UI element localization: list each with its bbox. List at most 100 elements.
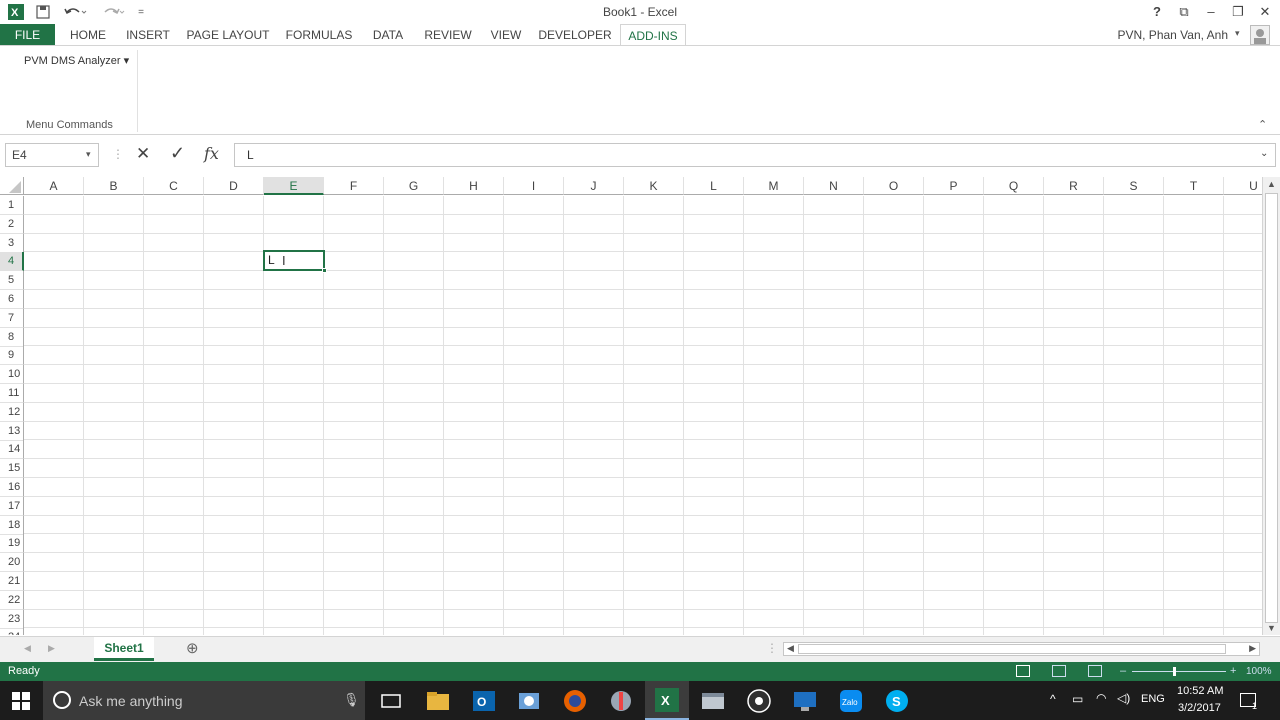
column-header-u[interactable]: U xyxy=(1224,177,1262,195)
column-header-k[interactable]: K xyxy=(624,177,684,195)
zoom-in-icon[interactable]: + xyxy=(1230,662,1236,681)
page-layout-view-icon[interactable] xyxy=(1052,665,1066,677)
column-header-m[interactable]: M xyxy=(744,177,804,195)
vertical-scrollbar[interactable]: ▲ ▼ xyxy=(1262,177,1280,635)
column-header-b[interactable]: B xyxy=(84,177,144,195)
user-dropdown-icon[interactable]: ▾ xyxy=(1235,28,1240,39)
scroll-up-icon[interactable]: ▲ xyxy=(1267,179,1276,189)
row-header-1[interactable]: 1 xyxy=(0,196,24,215)
avatar[interactable] xyxy=(1250,25,1270,45)
task-view-icon[interactable] xyxy=(378,688,404,714)
row-header-20[interactable]: 20 xyxy=(0,553,24,573)
enter-icon[interactable]: ✓ xyxy=(170,143,185,164)
sheet-next-icon[interactable]: ▶ xyxy=(48,643,55,654)
obs-icon[interactable] xyxy=(746,688,772,714)
clock-date[interactable]: 3/2/2017 xyxy=(1178,702,1221,714)
row-header-15[interactable]: 15 xyxy=(0,459,24,479)
row-header-6[interactable]: 6 xyxy=(0,290,24,309)
column-header-g[interactable]: G xyxy=(384,177,444,195)
name-box[interactable]: E4 xyxy=(5,143,99,167)
user-name[interactable]: PVN, Phan Van, Anh xyxy=(1117,28,1228,42)
fill-handle[interactable] xyxy=(322,268,327,273)
row-header-12[interactable]: 12 xyxy=(0,402,24,422)
row-header-19[interactable]: 19 xyxy=(0,534,24,554)
app-window-icon[interactable] xyxy=(700,688,726,714)
column-header-n[interactable]: N xyxy=(804,177,864,195)
row-header-18[interactable]: 18 xyxy=(0,515,24,535)
row-header-9[interactable]: 9 xyxy=(0,346,24,366)
row-header-23[interactable]: 23 xyxy=(0,609,24,629)
zalo-icon[interactable]: Zalo xyxy=(838,688,864,714)
row-header-11[interactable]: 11 xyxy=(0,384,24,403)
row-header-17[interactable]: 17 xyxy=(0,496,24,516)
ribbon-display-icon[interactable]: ⧉ xyxy=(1173,2,1195,22)
cortana-search-box[interactable]: Ask me anything 🎙 xyxy=(43,681,365,720)
horizontal-scrollbar[interactable]: ◀ ▶ xyxy=(783,642,1260,656)
wifi-icon[interactable]: ◠ xyxy=(1096,691,1106,705)
firefox-icon[interactable] xyxy=(562,688,588,714)
add-sheet-icon[interactable]: ⊕ xyxy=(186,639,199,657)
tab-file[interactable]: FILE xyxy=(0,24,55,46)
clock-time[interactable]: 10:52 AM xyxy=(1177,685,1223,697)
sheet-prev-icon[interactable]: ◀ xyxy=(24,643,31,654)
pvm-dms-analyzer-button[interactable]: PVM DMS Analyzer ▾ xyxy=(24,54,129,67)
column-header-p[interactable]: P xyxy=(924,177,984,195)
spreadsheet-grid[interactable]: ABCDEFGHIJKLMNOPQRSTU 1 2 3 4 5 6 7 8 9 10 11 12 13 1… xyxy=(0,177,1262,635)
tab-review[interactable]: REVIEW xyxy=(420,24,476,46)
column-header-c[interactable]: C xyxy=(144,177,204,195)
collapse-ribbon-icon[interactable]: ⌃ xyxy=(1258,118,1267,131)
tab-insert[interactable]: INSERT xyxy=(122,24,174,46)
row-header-21[interactable]: 21 xyxy=(0,572,24,591)
tab-add-ins[interactable]: ADD-INS xyxy=(620,24,686,46)
column-header-j[interactable]: J xyxy=(564,177,624,195)
insert-function-icon[interactable]: fx xyxy=(204,144,219,163)
cancel-icon[interactable]: ✕ xyxy=(136,144,150,164)
row-header-22[interactable]: 22 xyxy=(0,590,24,610)
tab-developer[interactable]: DEVELOPER xyxy=(538,24,612,46)
formula-input[interactable]: L xyxy=(234,143,1276,167)
row-header-13[interactable]: 13 xyxy=(0,421,24,441)
file-explorer-icon[interactable] xyxy=(425,688,451,714)
close-icon[interactable]: ✕ xyxy=(1254,2,1276,22)
row-header-3[interactable]: 3 xyxy=(0,233,24,253)
column-header-e[interactable]: E xyxy=(264,177,324,195)
remote-desktop-icon[interactable] xyxy=(792,688,818,714)
excel-taskbar-item[interactable]: X xyxy=(645,681,689,720)
column-header-a[interactable]: A xyxy=(24,177,84,195)
help-icon[interactable]: ? xyxy=(1146,2,1168,22)
vertical-scroll-thumb[interactable] xyxy=(1265,193,1278,623)
scroll-right-icon[interactable]: ▶ xyxy=(1249,643,1256,654)
zoom-slider-thumb[interactable] xyxy=(1173,667,1176,676)
outlook-icon[interactable]: O xyxy=(471,688,497,714)
column-header-d[interactable]: D xyxy=(204,177,264,195)
name-box-dropdown-icon[interactable]: ▾ xyxy=(86,149,91,160)
page-break-view-icon[interactable] xyxy=(1088,665,1102,677)
row-header-24[interactable]: 24 xyxy=(0,628,24,635)
column-header-t[interactable]: T xyxy=(1164,177,1224,195)
tools-app-icon[interactable] xyxy=(608,688,634,714)
tab-data[interactable]: DATA xyxy=(366,24,410,46)
tab-split-grip-icon[interactable]: ⋮ xyxy=(766,641,778,655)
tab-view[interactable]: VIEW xyxy=(486,24,526,46)
row-header-14[interactable]: 14 xyxy=(0,440,24,460)
zoom-level[interactable]: 100% xyxy=(1246,662,1272,681)
network-app-icon[interactable] xyxy=(516,688,542,714)
column-header-i[interactable]: I xyxy=(504,177,564,195)
tab-page-layout[interactable]: PAGE LAYOUT xyxy=(183,24,273,46)
show-hidden-icons-icon[interactable]: ^ xyxy=(1050,692,1056,706)
microphone-icon[interactable]: 🎙 xyxy=(343,692,360,708)
active-cell-e4[interactable]: L I xyxy=(263,250,327,273)
zoom-out-icon[interactable]: – xyxy=(1120,662,1126,681)
column-header-r[interactable]: R xyxy=(1044,177,1104,195)
tab-formulas[interactable]: FORMULAS xyxy=(282,24,356,46)
row-header-16[interactable]: 16 xyxy=(0,478,24,497)
column-header-f[interactable]: F xyxy=(324,177,384,195)
minimize-icon[interactable]: – xyxy=(1200,2,1222,22)
row-header-7[interactable]: 7 xyxy=(0,308,24,328)
column-header-h[interactable]: H xyxy=(444,177,504,195)
expand-formula-bar-icon[interactable]: ⌄ xyxy=(1260,148,1268,159)
language-indicator[interactable]: ENG xyxy=(1141,693,1165,705)
row-header-10[interactable]: 10 xyxy=(0,365,24,385)
select-all-button[interactable] xyxy=(0,177,24,195)
column-header-s[interactable]: S xyxy=(1104,177,1164,195)
